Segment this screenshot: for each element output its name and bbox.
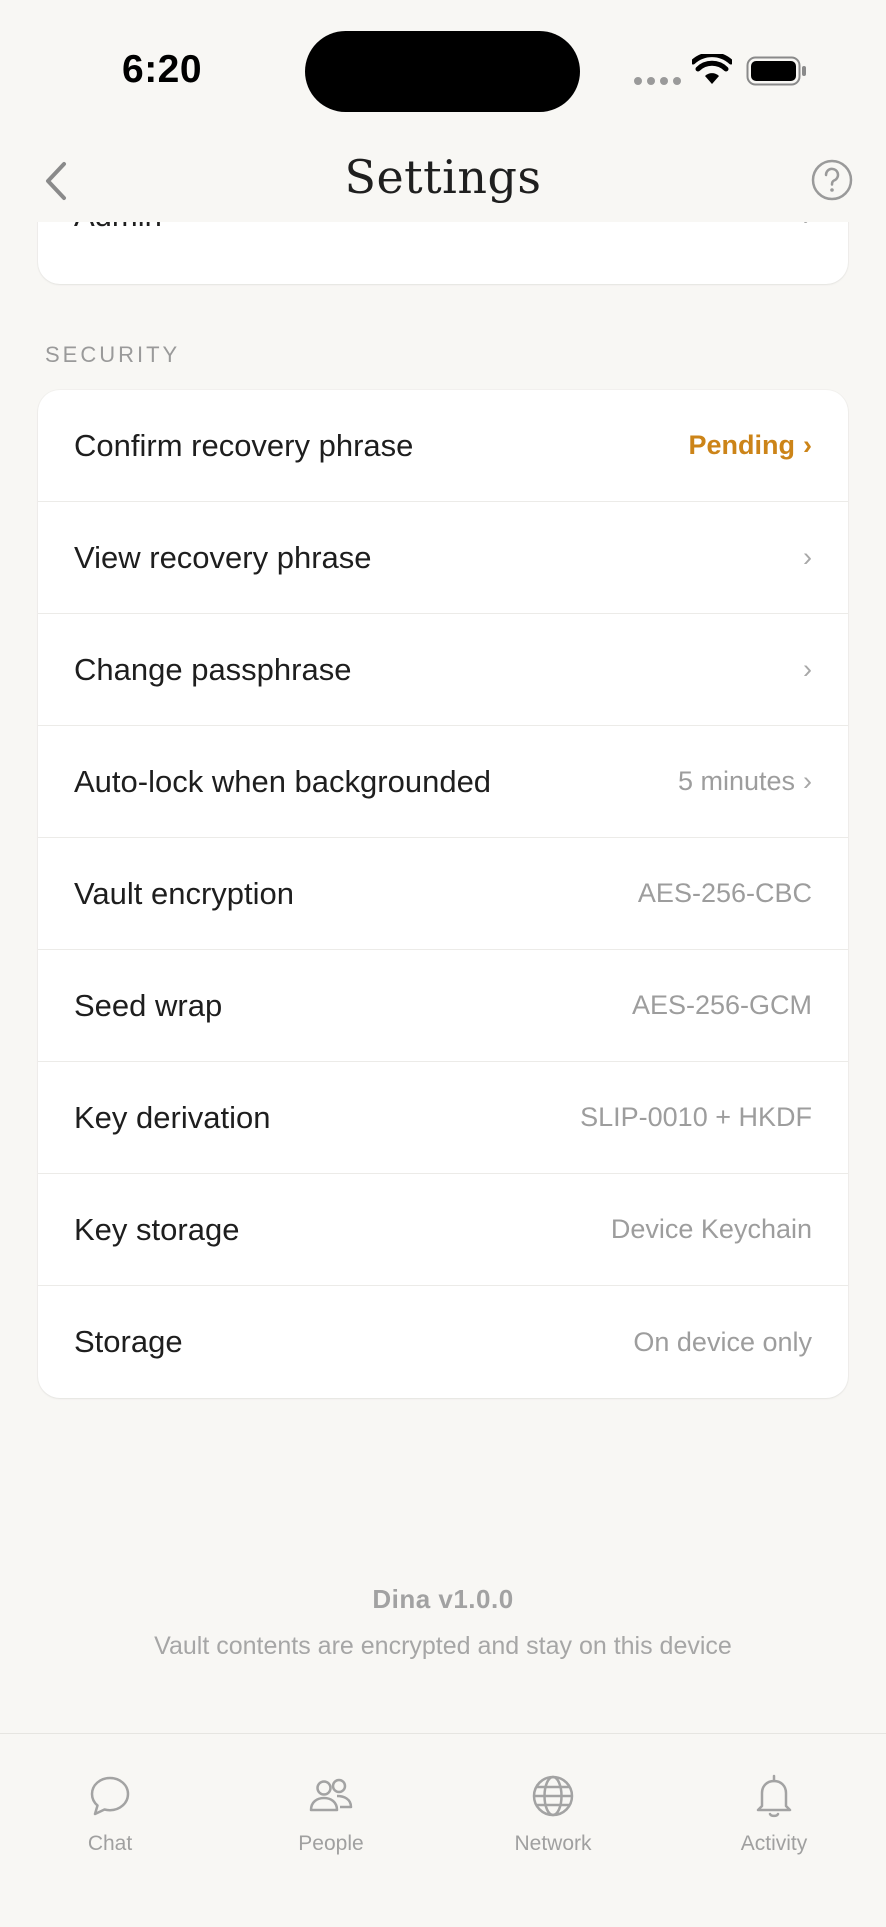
cellular-signal-icon [634, 77, 681, 85]
row-accessory: 5 minutes › [678, 766, 812, 797]
row-accessory: › [795, 542, 812, 573]
row-label: Key storage [74, 1211, 240, 1247]
change-passphrase-row[interactable]: Change passphrase › [38, 614, 848, 726]
row-label: Vault encryption [74, 875, 294, 911]
row-value: AES-256-GCM [631, 990, 812, 1020]
help-icon[interactable] [810, 158, 854, 202]
tab-activity[interactable]: Activity [694, 1772, 854, 1856]
row-label: Key derivation [74, 1099, 271, 1135]
bell-icon [756, 1774, 792, 1818]
tab-bar: Chat People Network Activity [0, 1733, 886, 1927]
security-section-header: SECURITY [45, 342, 181, 367]
chat-bubble-icon [90, 1776, 130, 1816]
row-label: Storage [74, 1324, 183, 1359]
tab-label: Chat [87, 1832, 133, 1855]
app-version: Dina v1.0.0 [372, 1584, 514, 1614]
people-icon [309, 1778, 353, 1812]
page-title: Settings [344, 150, 542, 204]
row-label: Auto-lock when backgrounded [74, 763, 492, 799]
row-value: Pending [688, 430, 796, 460]
row-label: View recovery phrase [74, 539, 372, 575]
row-label: Change passphrase [74, 651, 352, 687]
pending-status: Pending › [689, 430, 813, 461]
tab-label: Network [514, 1832, 592, 1855]
battery-icon [746, 56, 806, 86]
tab-label: People [298, 1832, 364, 1855]
storage-row: Storage On device only [38, 1286, 848, 1398]
confirm-recovery-phrase-row[interactable]: Confirm recovery phrase Pending › [38, 390, 848, 502]
row-value: AES-256-CBC [637, 878, 812, 908]
tab-label: Activity [740, 1832, 808, 1855]
row-value: 5 minutes [677, 766, 795, 796]
key-derivation-row: Key derivation SLIP-0010 + HKDF [38, 1062, 848, 1174]
tab-people[interactable]: People [251, 1772, 411, 1856]
row-label: Confirm recovery phrase [74, 427, 414, 463]
row-value: Device Keychain [610, 1214, 812, 1244]
tab-network[interactable]: Network [473, 1772, 633, 1856]
settings-screen: 6:20 Admin › Settings [0, 0, 886, 1927]
vault-encryption-row: Vault encryption AES-256-CBC [38, 838, 848, 950]
navigation-bar: Settings [0, 140, 886, 222]
row-accessory: › [795, 654, 812, 685]
row-value: On device only [633, 1326, 812, 1357]
security-card: Confirm recovery phrase Pending › View r… [38, 390, 848, 1398]
dynamic-island [305, 31, 580, 112]
row-label: Seed wrap [74, 987, 223, 1023]
wifi-icon [692, 54, 732, 84]
view-recovery-phrase-row[interactable]: View recovery phrase › [38, 502, 848, 614]
chevron-right-icon: › [803, 766, 812, 796]
row-value: SLIP-0010 + HKDF [580, 1102, 812, 1132]
status-bar: 6:20 [0, 0, 886, 140]
auto-lock-row[interactable]: Auto-lock when backgrounded 5 minutes › [38, 726, 848, 838]
tab-chat[interactable]: Chat [30, 1772, 190, 1856]
globe-icon [532, 1775, 574, 1817]
key-storage-row: Key storage Device Keychain [38, 1174, 848, 1286]
chevron-right-icon: › [803, 430, 812, 460]
chevron-right-icon: › [803, 542, 812, 572]
chevron-right-icon: › [803, 654, 812, 684]
footer-note: Vault contents are encrypted and stay on… [154, 1632, 732, 1660]
seed-wrap-row: Seed wrap AES-256-GCM [38, 950, 848, 1062]
status-time: 6:20 [122, 48, 203, 91]
